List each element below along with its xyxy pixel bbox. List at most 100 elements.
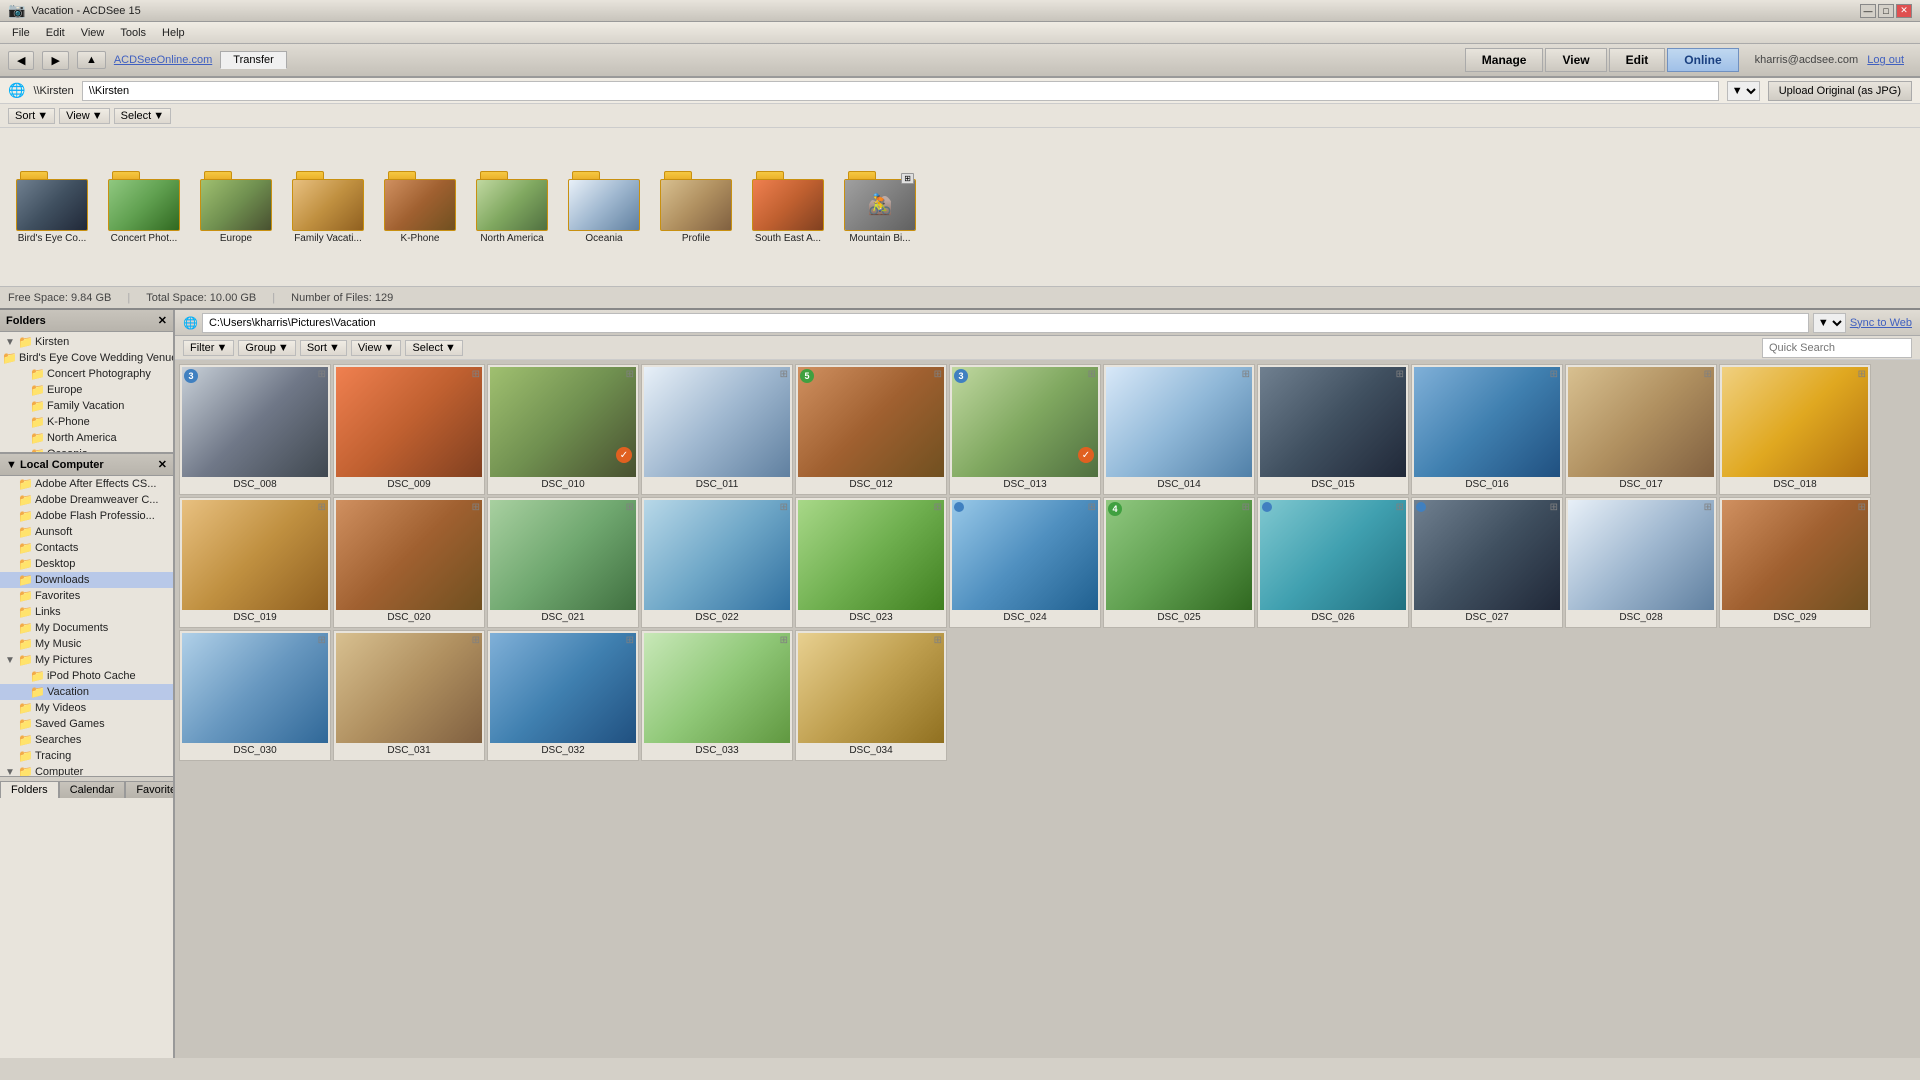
folder-thumbnail[interactable]: Family Vacati... [284,169,372,246]
local-tree-item[interactable]: ▼ 📁 My Pictures [0,652,173,668]
tab-folders[interactable]: Folders [0,781,59,798]
sidebar-item[interactable]: 📁 Family Vacation [0,398,173,414]
photo-item[interactable]: ⊞ DSC_018 [1719,364,1871,495]
photo-item[interactable]: 3 ⊞ DSC_008 [179,364,331,495]
filter-dropdown[interactable]: Filter ▼ [183,340,234,356]
sidebar-item[interactable]: ▼ 📁 Kirsten [0,334,173,350]
quick-search-input[interactable] [1762,338,1912,358]
transfer-path-dropdown[interactable]: ▼ [1727,81,1760,101]
local-tree-item[interactable]: 📁 Downloads [0,572,173,588]
folder-thumbnail[interactable]: Europe [192,169,280,246]
sidebar-item[interactable]: 📁 Concert Photography [0,366,173,382]
photo-item[interactable]: ⊞ DSC_029 [1719,497,1871,628]
close-button[interactable]: ✕ [1896,4,1912,18]
online-link[interactable]: ACDSeeOnline.com [114,54,212,66]
local-tree-item[interactable]: 📁 Aunsoft [0,524,173,540]
content-path-dropdown[interactable]: ▼ [1813,313,1846,333]
transfer-path-input[interactable] [82,81,1719,101]
photo-item[interactable]: ⊞ DSC_026 [1257,497,1409,628]
photo-item[interactable]: ⊞ DSC_016 [1411,364,1563,495]
view-mode-button[interactable]: View [1545,48,1606,72]
local-tree-item[interactable]: 📁 My Music [0,636,173,652]
logout-link[interactable]: Log out [1867,54,1904,66]
photo-item[interactable]: ⊞ DSC_023 [795,497,947,628]
local-tree-item[interactable]: 📁 My Videos [0,700,173,716]
local-tree-item[interactable]: 📁 Links [0,604,173,620]
sort-dropdown[interactable]: Sort ▼ [8,108,55,124]
sidebar-item[interactable]: 📁 North America [0,430,173,446]
sidebar-item[interactable]: 📁 Europe [0,382,173,398]
back-button[interactable]: ◀ [8,51,34,70]
photo-item[interactable]: ⊞ DSC_019 [179,497,331,628]
local-tree-item[interactable]: 📁 Contacts [0,540,173,556]
menu-file[interactable]: File [4,25,38,41]
edit-mode-button[interactable]: Edit [1609,48,1666,72]
photo-item[interactable]: ⊞ DSC_020 [333,497,485,628]
folder-thumbnail[interactable]: North America [468,169,556,246]
photo-item[interactable]: ⊞ DSC_031 [333,630,485,761]
sidebar-close-button[interactable]: ✕ [158,314,167,327]
folder-thumbnail[interactable]: Oceania [560,169,648,246]
up-button[interactable]: ▲ [77,51,106,69]
photo-item[interactable]: ⊞ DSC_009 [333,364,485,495]
upload-button[interactable]: Upload Original (as JPG) [1768,81,1912,101]
select-dropdown[interactable]: Select ▼ [114,108,171,124]
local-tree-item[interactable]: ▼ 📁 Computer [0,764,173,776]
photo-item[interactable]: ⊞ DSC_028 [1565,497,1717,628]
content-select-dropdown[interactable]: Select ▼ [405,340,462,356]
content-path-input[interactable] [202,313,1809,333]
local-tree-item[interactable]: 📁 Adobe After Effects CS... [0,476,173,492]
photo-item[interactable]: ⊞ DSC_022 [641,497,793,628]
local-tree-item[interactable]: 📁 My Documents [0,620,173,636]
photo-item[interactable]: ⊞ DSC_021 [487,497,639,628]
photo-item[interactable]: ⊞ DSC_011 [641,364,793,495]
photo-item[interactable]: ✓ ⊞ DSC_010 [487,364,639,495]
local-close-button[interactable]: ✕ [158,458,167,471]
photo-item[interactable]: ⊞ DSC_030 [179,630,331,761]
photo-item[interactable]: ⊞ DSC_034 [795,630,947,761]
photo-item[interactable]: ⊞ DSC_027 [1411,497,1563,628]
forward-button[interactable]: ▶ [42,51,68,70]
local-tree-item[interactable]: 📁 Searches [0,732,173,748]
menu-edit[interactable]: Edit [38,25,73,41]
folder-thumbnail[interactable]: Bird's Eye Co... [8,169,96,246]
local-tree-item[interactable]: 📁 iPod Photo Cache [0,668,173,684]
photo-item[interactable]: 5 ⊞ DSC_012 [795,364,947,495]
sidebar-item[interactable]: 📁 K-Phone [0,414,173,430]
tab-favorites[interactable]: Favorites [125,781,175,798]
local-tree-item[interactable]: 📁 Favorites [0,588,173,604]
local-tree-item[interactable]: 📁 Saved Games [0,716,173,732]
menu-tools[interactable]: Tools [112,25,154,41]
manage-mode-button[interactable]: Manage [1465,48,1544,72]
local-tree-item[interactable]: 📁 Adobe Dreamweaver C... [0,492,173,508]
maximize-button[interactable]: □ [1878,4,1894,18]
folder-thumbnail[interactable]: South East A... [744,169,832,246]
photo-item[interactable]: ⊞ DSC_014 [1103,364,1255,495]
photo-item[interactable]: ⊞ DSC_032 [487,630,639,761]
photo-item[interactable]: ⊞ DSC_024 [949,497,1101,628]
local-tree-item[interactable]: 📁 Vacation [0,684,173,700]
folder-thumbnail[interactable]: K-Phone [376,169,464,246]
content-view-dropdown[interactable]: View ▼ [351,340,402,356]
view-dropdown[interactable]: View ▼ [59,108,110,124]
menu-view[interactable]: View [73,25,113,41]
transfer-tab[interactable]: Transfer [220,51,287,69]
sync-web-link[interactable]: Sync to Web [1850,317,1912,329]
photo-item[interactable]: 3 ✓ ⊞ DSC_013 [949,364,1101,495]
photo-item[interactable]: ⊞ DSC_033 [641,630,793,761]
folder-thumbnail[interactable]: Profile [652,169,740,246]
sidebar-item[interactable]: 📁 Bird's Eye Cove Wedding Venue [0,350,173,366]
local-section-header[interactable]: ▼ Local Computer ✕ [0,454,173,476]
menu-help[interactable]: Help [154,25,193,41]
photo-item[interactable]: ⊞ DSC_017 [1565,364,1717,495]
minimize-button[interactable]: — [1860,4,1876,18]
folder-thumbnail[interactable]: Concert Phot... [100,169,188,246]
group-dropdown[interactable]: Group ▼ [238,340,295,356]
local-tree-item[interactable]: 📁 Adobe Flash Professio... [0,508,173,524]
tab-calendar[interactable]: Calendar [59,781,126,798]
local-tree-item[interactable]: 📁 Desktop [0,556,173,572]
content-sort-dropdown[interactable]: Sort ▼ [300,340,347,356]
folder-thumbnail[interactable]: 🚵 ⊞ Mountain Bi... [836,169,924,246]
photo-item[interactable]: ⊞ DSC_015 [1257,364,1409,495]
local-tree-item[interactable]: 📁 Tracing [0,748,173,764]
